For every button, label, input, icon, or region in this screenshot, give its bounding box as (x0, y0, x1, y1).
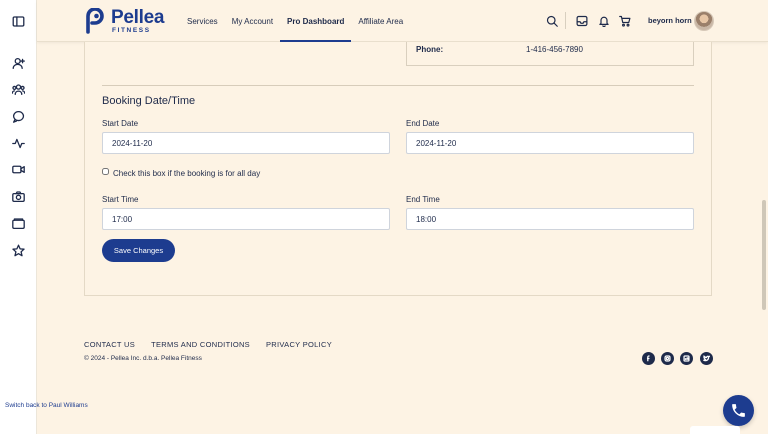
start-date-label: Start Date (102, 119, 139, 128)
end-time-label: End Time (406, 195, 440, 204)
user-icon[interactable] (9, 54, 27, 72)
folder-icon[interactable] (9, 214, 27, 232)
copyright: © 2024 - Pellea Inc. d.b.a. Pellea Fitne… (84, 355, 202, 362)
header: Pellea FITNESS Services My Account Pro D… (37, 0, 768, 42)
nav-my-account[interactable]: My Account (225, 0, 280, 42)
cart-icon[interactable] (617, 13, 632, 28)
camera-icon[interactable] (9, 187, 27, 205)
avatar[interactable] (694, 11, 714, 31)
phone-icon (732, 404, 745, 417)
main-nav: Services My Account Pro Dashboard Affili… (180, 0, 410, 42)
logo-mark-icon (86, 8, 104, 34)
nav-services[interactable]: Services (180, 0, 225, 42)
nav-affiliate-area[interactable]: Affiliate Area (351, 0, 410, 42)
search-icon[interactable] (544, 13, 559, 28)
bell-icon[interactable] (596, 13, 611, 28)
page-scrollbar[interactable] (762, 200, 766, 310)
phone-label: Phone: (416, 45, 444, 54)
brand-sub: FITNESS (112, 26, 151, 34)
start-time-input[interactable] (102, 208, 390, 230)
chat-icon[interactable] (9, 107, 27, 125)
section-title: Booking Date/Time (102, 95, 196, 107)
nav-pro-dashboard[interactable]: Pro Dashboard (280, 0, 352, 42)
end-date-label: End Date (406, 119, 440, 128)
start-date-input[interactable] (102, 132, 390, 154)
phone-value: 1-416-456-7890 (526, 45, 583, 54)
video-icon[interactable] (9, 160, 27, 178)
sidebar (0, 0, 37, 434)
sidebar-toggle-icon[interactable] (9, 12, 27, 30)
footer-link-privacy[interactable]: PRIVACY POLICY (266, 340, 332, 349)
linkedin-icon[interactable] (680, 352, 693, 365)
user-name[interactable]: beyorn horn (648, 16, 692, 25)
call-button[interactable] (723, 395, 754, 426)
end-time-input[interactable] (406, 208, 694, 230)
brand-name: Pellea (111, 6, 165, 28)
chat-widget-tab[interactable] (690, 426, 740, 434)
save-changes-button[interactable]: Save Changes (102, 239, 175, 262)
instagram-icon[interactable] (661, 352, 674, 365)
facebook-icon[interactable] (642, 352, 655, 365)
end-date-input[interactable] (406, 132, 694, 154)
start-time-label: Start Time (102, 195, 139, 204)
footer-link-terms[interactable]: TERMS AND CONDITIONS (151, 340, 250, 349)
footer-link-contact[interactable]: CONTACT US (84, 340, 135, 349)
inbox-icon[interactable] (574, 13, 589, 28)
all-day-row[interactable]: Check this box if the booking is for all… (102, 167, 261, 178)
star-icon[interactable] (9, 241, 27, 259)
header-divider (565, 12, 566, 29)
all-day-checkbox[interactable] (102, 168, 109, 175)
brand-logo[interactable]: Pellea FITNESS (84, 8, 164, 34)
footer-links: CONTACT US TERMS AND CONDITIONS PRIVACY … (84, 340, 348, 349)
section-divider (102, 85, 694, 86)
group-icon[interactable] (9, 80, 27, 98)
activity-icon[interactable] (9, 134, 27, 152)
switch-back-link[interactable]: Switch back to Paul Williams (5, 402, 88, 409)
all-day-label: Check this box if the booking is for all… (113, 169, 261, 178)
twitter-icon[interactable] (700, 352, 713, 365)
